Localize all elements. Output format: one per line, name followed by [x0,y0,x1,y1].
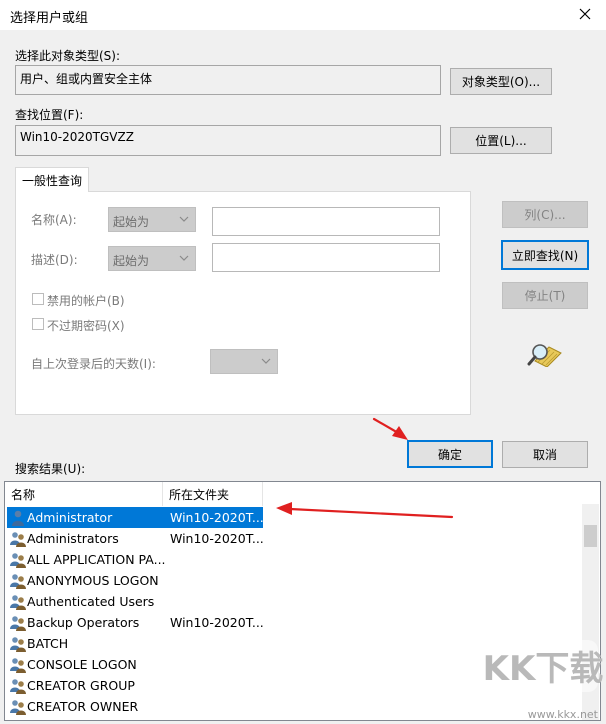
column-header-folder[interactable]: 所在文件夹 [163,482,263,506]
search-results-label: 搜索结果(U): [15,462,86,476]
kk-logo-watermark: KK下载 www.kkx.net [483,640,604,721]
row-name: ANONYMOUS LOGON [27,573,159,588]
locations-button[interactable]: 位置(L)... [450,127,552,154]
user-icon [9,509,27,527]
table-row[interactable]: Administrator Win10-2020T... [5,507,585,528]
ok-button[interactable]: 确定 [407,440,493,468]
window-title: 选择用户或组 [10,11,89,26]
description-input[interactable] [212,243,440,272]
non-expiring-password-label: 不过期密码(X) [47,319,125,333]
row-name: CONSOLE LOGON [27,657,137,672]
name-label: 名称(A): [31,213,77,227]
group-icon [9,551,27,569]
table-row[interactable]: ANONYMOUS LOGON [5,570,585,591]
column-header-name[interactable]: 名称 [5,482,163,506]
chevron-down-icon [179,255,189,261]
close-button[interactable] [572,2,598,26]
cancel-button[interactable]: 取消 [502,441,588,468]
chevron-down-icon [261,358,271,364]
stop-button[interactable]: 停止(T) [502,282,588,309]
watermark-logo-text: KK下载 [483,649,604,689]
description-operator-value: 起始为 [113,254,150,268]
group-icon [9,698,27,716]
group-icon [9,572,27,590]
annotation-arrow-ok [372,417,408,440]
table-row[interactable]: ALL APPLICATION PA... [5,549,585,570]
row-name: BATCH [27,636,69,651]
object-type-field: 用户、组或内置安全主体 [15,65,441,95]
name-input[interactable] [212,207,440,236]
row-name: CREATOR GROUP [27,678,135,693]
description-operator-select[interactable]: 起始为 [108,246,196,271]
chevron-down-icon [179,216,189,222]
row-name: CREATOR OWNER [27,699,139,714]
name-operator-select[interactable]: 起始为 [108,207,196,232]
table-row[interactable]: Authenticated Users [5,591,585,612]
object-types-button[interactable]: 对象类型(O)... [450,68,552,95]
group-icon [9,530,27,548]
group-icon [9,614,27,632]
object-type-label: 选择此对象类型(S): [15,49,121,63]
description-label: 描述(D): [31,253,78,267]
tab-common-queries[interactable]: 一般性查询 [15,167,89,192]
disabled-accounts-checkbox[interactable] [32,293,44,305]
group-icon [9,635,27,653]
watermark-url: www.kkx.net [528,708,599,721]
row-name: ALL APPLICATION PA... [27,552,166,567]
non-expiring-password-checkbox[interactable] [32,318,44,330]
row-name: Backup Operators [27,615,140,630]
location-field: Win10-2020TGVZZ [15,125,441,156]
find-now-button[interactable]: 立即查找(N) [501,240,589,270]
disabled-accounts-label: 禁用的帐户(B) [47,294,125,308]
row-folder: Win10-2020T... [170,531,264,546]
title-bar [0,0,606,30]
days-since-logon-select[interactable] [210,349,278,374]
row-folder: Win10-2020T... [170,615,264,630]
group-icon [9,593,27,611]
columns-button[interactable]: 列(C)... [502,201,588,228]
watermark: KK下载 www.kkx.net [480,634,606,721]
group-icon [9,677,27,695]
row-name: Administrators [27,531,119,546]
row-name: Administrator [27,510,113,525]
close-icon [579,8,591,20]
location-label: 查找位置(F): [15,108,84,122]
group-icon [9,656,27,674]
row-name: Authenticated Users [27,594,155,609]
row-folder: Win10-2020T... [170,510,264,525]
days-since-logon-label: 自上次登录后的天数(I): [31,357,156,371]
scrollbar-thumb[interactable] [584,525,597,547]
name-operator-value: 起始为 [113,215,150,229]
search-magnifier-icon [527,344,562,367]
table-row[interactable]: Administrators Win10-2020T... [5,528,585,549]
table-row[interactable]: Backup Operators Win10-2020T... [5,612,585,633]
